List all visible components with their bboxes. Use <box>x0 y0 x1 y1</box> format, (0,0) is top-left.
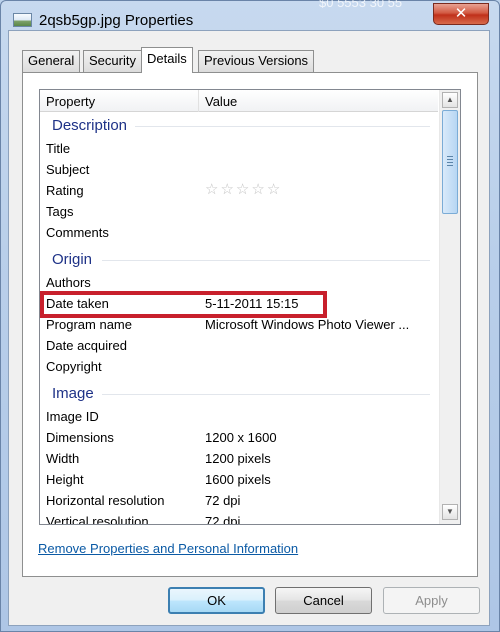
property-name: Title <box>46 141 71 156</box>
property-row-height[interactable]: Height 1600 pixels <box>40 469 438 490</box>
property-row-horizontal-resolution[interactable]: Horizontal resolution 72 dpi <box>40 490 438 511</box>
property-name: Date acquired <box>46 338 127 353</box>
group-label-description: Description <box>52 117 128 134</box>
details-tab-page: Property Value Description Title Subject… <box>22 72 478 577</box>
scrollbar-thumb[interactable] <box>442 110 458 214</box>
vertical-scrollbar[interactable]: ▲ ▼ <box>439 90 460 524</box>
tab-general[interactable]: General <box>22 50 81 72</box>
background-window-text: $0 5553 30 55 <box>319 0 403 10</box>
tab-details[interactable]: Details <box>141 47 193 73</box>
property-value[interactable]: 5-11-2011 15:15 <box>205 296 298 311</box>
property-row-authors[interactable]: Authors <box>40 272 438 293</box>
window-title: 2qsb5gp.jpg Properties <box>39 12 194 29</box>
group-header-image[interactable]: Image <box>40 381 438 407</box>
group-divider <box>102 260 430 261</box>
thumb-grip <box>447 162 453 163</box>
property-name: Copyright <box>46 359 102 374</box>
group-label-image: Image <box>52 385 94 402</box>
property-row-dimensions[interactable]: Dimensions 1200 x 1600 <box>40 427 438 448</box>
tab-security[interactable]: Security <box>83 50 142 72</box>
property-value[interactable]: Microsoft Windows Photo Viewer ... <box>205 317 409 332</box>
scroll-up-icon[interactable]: ▲ <box>442 92 458 108</box>
tab-previous-versions[interactable]: Previous Versions <box>198 50 315 72</box>
group-label-origin: Origin <box>52 251 93 268</box>
property-row-comments[interactable]: Comments <box>40 222 438 243</box>
property-row-date-taken[interactable]: Date taken 5-11-2011 15:15 <box>40 293 438 314</box>
star-icon[interactable]: ☆ <box>220 181 233 199</box>
star-icon[interactable]: ☆ <box>267 181 280 199</box>
property-row-title[interactable]: Title <box>40 138 438 159</box>
column-header-property[interactable]: Property <box>46 94 95 109</box>
property-row-subject[interactable]: Subject <box>40 159 438 180</box>
group-divider <box>135 126 430 127</box>
rating-stars[interactable]: ☆ ☆ ☆ ☆ ☆ <box>205 181 280 199</box>
property-name: Program name <box>46 317 132 332</box>
list-header: Property Value <box>40 90 438 112</box>
property-value[interactable]: 1200 x 1600 <box>205 430 277 445</box>
property-row-date-acquired[interactable]: Date acquired <box>40 335 438 356</box>
thumb-grip <box>447 159 453 160</box>
property-name: Tags <box>46 204 74 219</box>
property-name: Width <box>46 451 80 466</box>
property-name: Height <box>46 472 84 487</box>
star-icon[interactable]: ☆ <box>236 181 249 199</box>
group-divider <box>102 394 430 395</box>
ok-button[interactable]: OK <box>168 587 265 614</box>
image-file-icon <box>13 13 32 27</box>
column-header-value[interactable]: Value <box>205 94 237 109</box>
star-icon[interactable]: ☆ <box>251 181 264 199</box>
property-value[interactable]: 72 dpi <box>205 493 240 508</box>
close-button[interactable]: ✕ <box>433 3 489 25</box>
scroll-down-icon[interactable]: ▼ <box>442 504 458 520</box>
property-row-tags[interactable]: Tags <box>40 201 438 222</box>
property-row-image-id[interactable]: Image ID <box>40 406 438 427</box>
property-row-program-name[interactable]: Program name Microsoft Windows Photo Vie… <box>40 314 438 335</box>
cancel-button[interactable]: Cancel <box>275 587 372 614</box>
column-divider[interactable] <box>198 90 199 112</box>
property-row-copyright[interactable]: Copyright <box>40 356 438 377</box>
property-value[interactable]: 72 dpi <box>205 514 240 524</box>
thumb-grip <box>447 156 453 157</box>
group-header-description[interactable]: Description <box>40 113 438 139</box>
property-name: Dimensions <box>46 430 114 445</box>
property-value[interactable]: 1200 pixels <box>205 451 271 466</box>
property-name: Rating <box>46 183 84 198</box>
apply-button[interactable]: Apply <box>383 587 480 614</box>
property-row-vertical-resolution[interactable]: Vertical resolution 72 dpi <box>40 511 438 525</box>
property-name: Subject <box>46 162 90 177</box>
property-row-width[interactable]: Width 1200 pixels <box>40 448 438 469</box>
star-icon[interactable]: ☆ <box>205 181 218 199</box>
property-name: Comments <box>46 225 109 240</box>
thumb-grip <box>447 165 453 166</box>
property-name: Vertical resolution <box>46 514 149 525</box>
property-name: Date taken <box>46 296 109 311</box>
property-name: Authors <box>46 275 91 290</box>
property-name: Image ID <box>46 409 99 424</box>
property-value[interactable]: 1600 pixels <box>205 472 271 487</box>
property-name: Horizontal resolution <box>46 493 165 508</box>
group-header-origin[interactable]: Origin <box>40 247 438 273</box>
remove-properties-link[interactable]: Remove Properties and Personal Informati… <box>38 541 298 556</box>
property-row-rating[interactable]: Rating ☆ ☆ ☆ ☆ ☆ <box>40 180 438 201</box>
property-list[interactable]: Property Value Description Title Subject… <box>39 89 461 525</box>
